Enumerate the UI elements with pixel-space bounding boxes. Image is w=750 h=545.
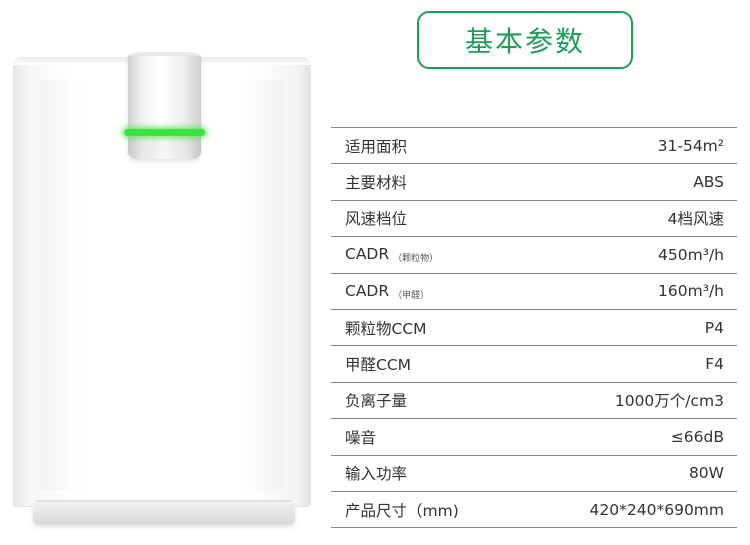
- spec-label: 适用面积: [345, 137, 408, 156]
- spec-row: 输入功率 80W: [331, 456, 737, 492]
- title-badge: 基本参数: [417, 11, 633, 69]
- air-purifier-image: [0, 0, 320, 545]
- spec-row: CADR （颗粒物） 450m³/h: [331, 237, 737, 274]
- spec-row: 风速档位 4档风速: [331, 201, 737, 238]
- spec-label: 甲醛CCM: [345, 356, 412, 375]
- page-title: 基本参数: [464, 25, 585, 58]
- spec-value: 4档风速: [667, 210, 724, 229]
- spec-value: 420*240*690mm: [589, 500, 724, 519]
- spec-value: 31-54m²: [657, 136, 724, 155]
- spec-value: F4: [705, 355, 724, 374]
- spec-row: 主要材料 ABS: [331, 164, 737, 201]
- spec-label: 颗粒物CCM: [345, 319, 427, 338]
- spec-value: 1000万个/cm3: [614, 392, 724, 411]
- spec-value: 160m³/h: [658, 282, 724, 301]
- spec-row: CADR （甲醛） 160m³/h: [331, 274, 737, 310]
- spec-row: 噪音 ≤66dB: [331, 419, 737, 456]
- spec-label: 产品尺寸（mm): [345, 501, 459, 520]
- spec-row: 适用面积 31-54m²: [331, 128, 737, 165]
- spec-value: 80W: [688, 464, 724, 483]
- spec-label: 主要材料: [345, 174, 408, 193]
- indicator-light: [124, 129, 205, 136]
- control-tube-bottom: [128, 137, 201, 159]
- spec-label: CADR （颗粒物）: [345, 245, 439, 265]
- spec-label: 负离子量: [345, 392, 408, 411]
- spec-row: 负离子量 1000万个/cm3: [331, 383, 737, 420]
- spec-table: 适用面积 31-54m² 主要材料 ABS 风速档位 4档风速 CADR （颗粒物…: [331, 127, 737, 529]
- spec-value: ≤66dB: [670, 427, 724, 446]
- spec-value: P4: [704, 318, 724, 337]
- spec-label: 输入功率: [345, 465, 408, 484]
- purifier-base: [33, 502, 295, 524]
- spec-label: 风速档位: [345, 210, 408, 229]
- spec-value: ABS: [693, 173, 724, 192]
- spec-row: 颗粒物CCM P4: [331, 310, 737, 347]
- spec-value: 450m³/h: [658, 245, 724, 264]
- spec-label: 噪音: [345, 428, 377, 447]
- spec-row: 产品尺寸（mm) 420*240*690mm: [331, 492, 737, 529]
- spec-label: CADR （甲醛）: [345, 281, 430, 301]
- spec-row: 甲醛CCM F4: [331, 346, 737, 383]
